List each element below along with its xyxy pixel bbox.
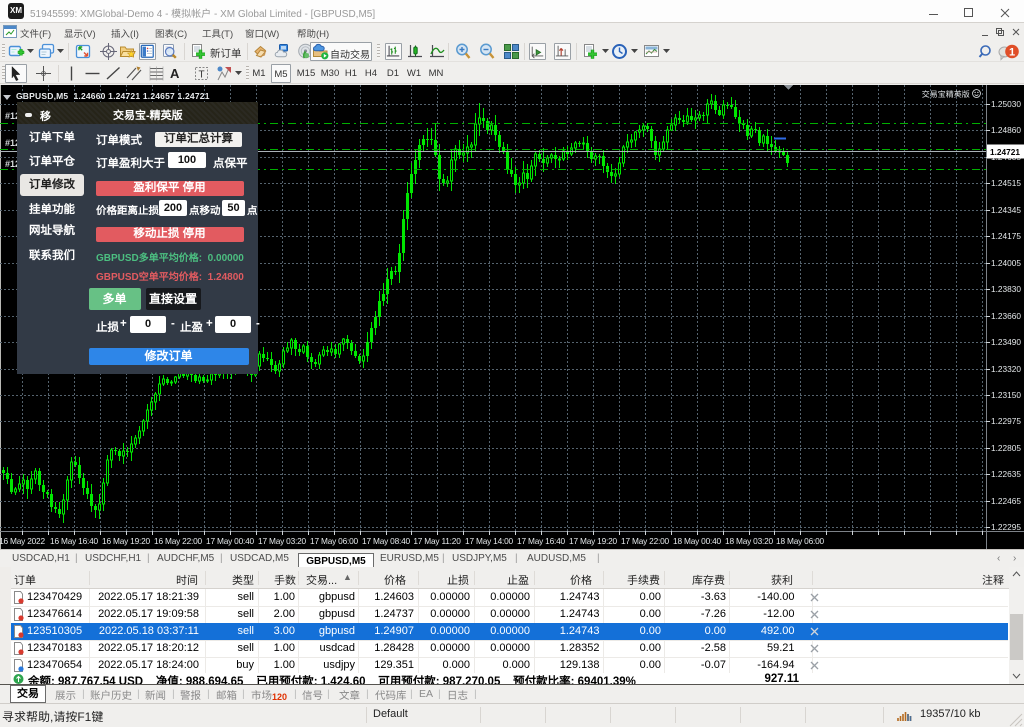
svg-text:18 May 06:00: 18 May 06:00 — [776, 536, 824, 546]
svg-text:1.23830: 1.23830 — [991, 284, 1021, 294]
svg-text:1.24345: 1.24345 — [991, 205, 1021, 215]
svg-text:17 May 16:40: 17 May 16:40 — [517, 536, 565, 546]
svg-text:18 May 00:40: 18 May 00:40 — [673, 536, 721, 546]
svg-text:1.23320: 1.23320 — [991, 364, 1021, 374]
svg-text:1.24515: 1.24515 — [991, 178, 1021, 188]
svg-text:1.24005: 1.24005 — [991, 258, 1021, 268]
svg-text:17 May 11:20: 17 May 11:20 — [413, 536, 461, 546]
svg-text:18 May 03:20: 18 May 03:20 — [725, 536, 773, 546]
svg-text:1.22635: 1.22635 — [991, 469, 1021, 479]
svg-text:1.24860: 1.24860 — [991, 125, 1021, 135]
svg-text:1.22805: 1.22805 — [991, 443, 1021, 453]
svg-text:16 May 16:40: 16 May 16:40 — [50, 536, 98, 546]
svg-text:1: 1 — [1009, 47, 1015, 59]
svg-text:1.24721: 1.24721 — [990, 147, 1020, 157]
svg-text:T: T — [198, 70, 204, 81]
svg-text:17 May 08:40: 17 May 08:40 — [362, 536, 410, 546]
svg-text:17 May 22:00: 17 May 22:00 — [621, 536, 669, 546]
svg-text:1.25030: 1.25030 — [991, 99, 1021, 109]
svg-text:16 May 2022: 16 May 2022 — [0, 536, 45, 546]
svg-text:17 May 06:00: 17 May 06:00 — [310, 536, 358, 546]
svg-text:1.22295: 1.22295 — [991, 522, 1021, 532]
svg-text:1.22465: 1.22465 — [991, 496, 1021, 506]
svg-text:1.23150: 1.23150 — [991, 390, 1021, 400]
svg-text:17 May 03:20: 17 May 03:20 — [258, 536, 306, 546]
svg-text:16 May 22:00: 16 May 22:00 — [154, 536, 202, 546]
svg-text:1.23490: 1.23490 — [991, 337, 1021, 347]
svg-text:17 May 19:20: 17 May 19:20 — [569, 536, 617, 546]
svg-text:17 May 14:00: 17 May 14:00 — [465, 536, 513, 546]
svg-text:1.24175: 1.24175 — [991, 231, 1021, 241]
svg-text:16 May 19:20: 16 May 19:20 — [102, 536, 150, 546]
svg-text:1.22975: 1.22975 — [991, 416, 1021, 426]
svg-text:17 May 00:40: 17 May 00:40 — [206, 536, 254, 546]
svg-text:1.23660: 1.23660 — [991, 311, 1021, 321]
